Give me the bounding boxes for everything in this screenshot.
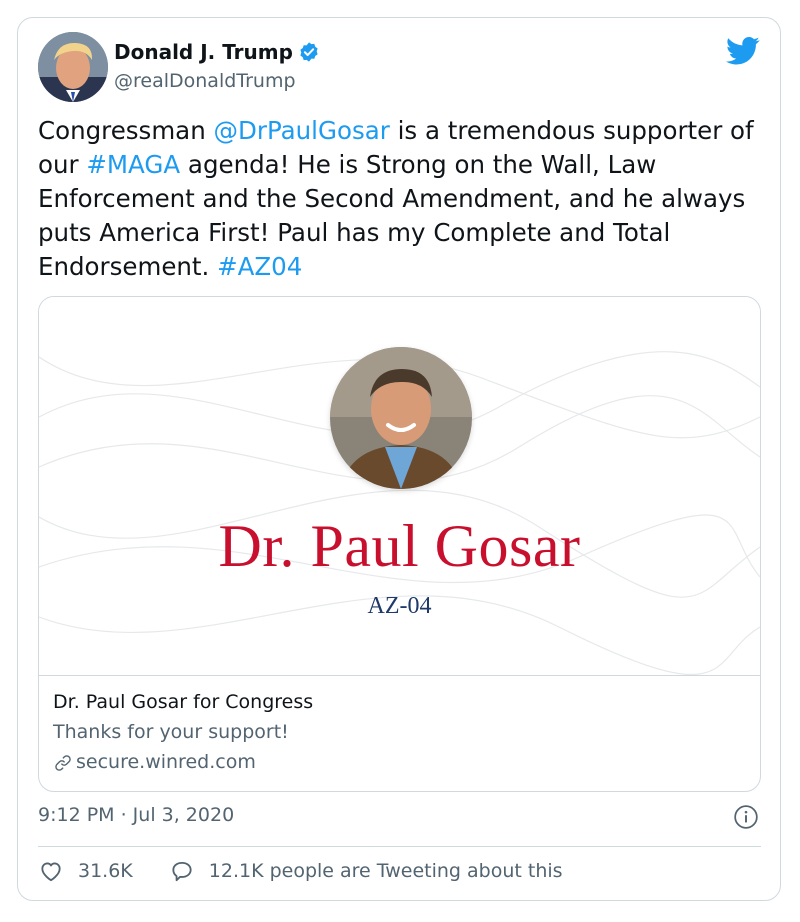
display-name[interactable]: Donald J. Trump <box>114 40 293 64</box>
card-title[interactable]: Dr. Paul Gosar for Congress <box>53 687 743 717</box>
card-media-subtitle: AZ-04 <box>367 593 432 619</box>
card-divider <box>39 675 760 676</box>
link-card[interactable]: Dr. Paul Gosar AZ-04 Dr. Paul Gosar for … <box>38 296 761 792</box>
author-name-row[interactable]: Donald J. Trump <box>114 40 320 64</box>
speech-bubble-icon <box>172 861 192 882</box>
avatar-photo <box>38 32 108 102</box>
candidate-photo <box>330 347 472 489</box>
verified-badge-icon <box>298 41 320 63</box>
avatar[interactable] <box>38 32 108 102</box>
tweet-actions: 31.6K 12.1K people are Tweeting about th… <box>38 858 563 884</box>
actions-divider <box>38 846 761 847</box>
hashtag-link[interactable]: #MAGA <box>86 150 180 179</box>
hashtag-link[interactable]: #AZ04 <box>217 252 302 281</box>
twitter-bird-icon[interactable] <box>726 36 760 66</box>
card-description: Thanks for your support! <box>53 721 289 743</box>
info-icon[interactable] <box>733 804 759 830</box>
heart-icon <box>41 862 61 882</box>
mention-link[interactable]: @DrPaulGosar <box>214 116 390 145</box>
tweet-segment: Congressman <box>38 116 214 145</box>
author-handle[interactable]: @realDonaldTrump <box>114 70 296 92</box>
tweeting-about-text[interactable]: 12.1K people are Tweeting about this <box>209 860 563 882</box>
tweet-text: Congressman @DrPaulGosar is a tremendous… <box>38 114 763 284</box>
link-icon <box>53 752 73 772</box>
tweet-card[interactable]: Donald J. Trump @realDonaldTrump Congres… <box>17 17 781 901</box>
card-media-title: Dr. Paul Gosar <box>218 513 581 579</box>
card-domain-text[interactable]: secure.winred.com <box>76 747 256 777</box>
card-image[interactable]: Dr. Paul Gosar AZ-04 <box>39 297 760 675</box>
like-button[interactable]: 31.6K <box>38 858 169 884</box>
card-info[interactable]: Dr. Paul Gosar for Congress Thanks for y… <box>53 687 743 777</box>
card-domain[interactable]: secure.winred.com <box>53 747 743 777</box>
like-count: 31.6K <box>78 860 133 882</box>
tweet-timestamp[interactable]: 9:12 PM · Jul 3, 2020 <box>38 804 234 826</box>
tweeting-about-link[interactable]: 12.1K people are Tweeting about this <box>169 858 563 884</box>
